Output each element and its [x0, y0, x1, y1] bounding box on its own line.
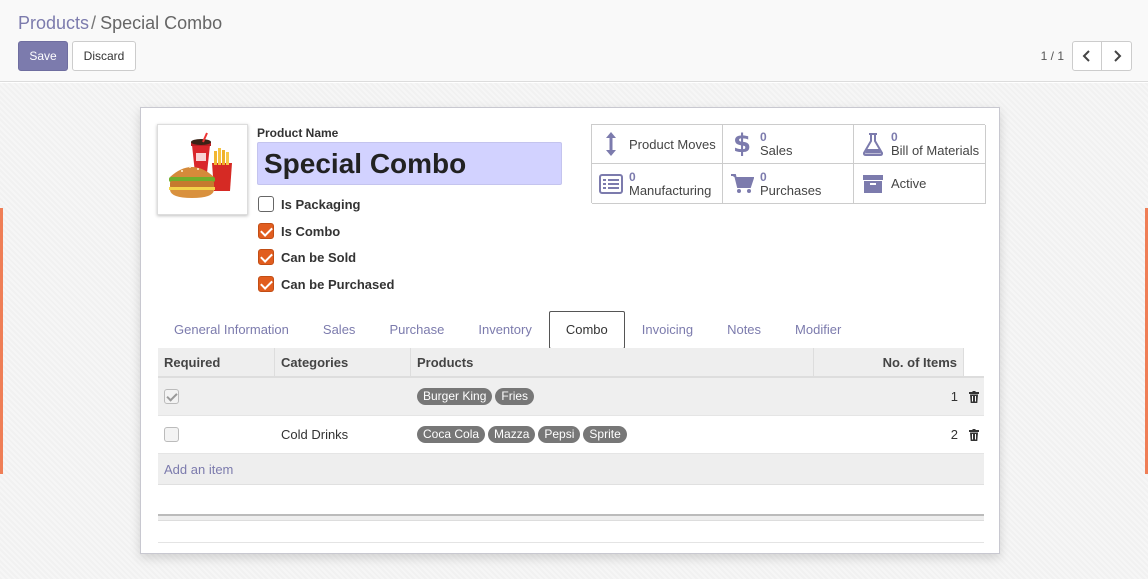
tab-purchase[interactable]: Purchase: [372, 311, 461, 349]
table-row[interactable]: Burger King Fries 1: [158, 378, 984, 416]
active-label: Active: [891, 176, 927, 191]
add-item-row: Add an item: [158, 454, 984, 484]
required-checkbox[interactable]: [164, 389, 179, 404]
tab-general-information[interactable]: General Information: [157, 311, 306, 349]
manufacturing-button[interactable]: 0 Manufacturing: [592, 164, 723, 204]
product-name-input[interactable]: Special Combo: [257, 142, 562, 185]
dollar-icon: $: [732, 129, 752, 159]
items-count-cell[interactable]: 1: [814, 378, 964, 415]
product-name-label: Product Name: [257, 126, 339, 140]
pager-previous-button[interactable]: [1072, 41, 1102, 71]
purchases-count: 0: [760, 169, 767, 184]
product-tag[interactable]: Mazza: [488, 426, 536, 443]
tab-combo[interactable]: Combo: [548, 310, 625, 349]
control-panel: Products / Special Combo Save Discard 1 / …: [0, 0, 1148, 82]
is-packaging-label: Is Packaging: [281, 196, 361, 212]
is-combo-checkbox[interactable]: [258, 223, 274, 239]
product-tag[interactable]: Fries: [495, 388, 535, 405]
burger-fries-drink-icon: [169, 132, 232, 198]
combo-table: Required Categories Products No. of Item…: [158, 348, 984, 543]
column-categories[interactable]: Categories: [275, 348, 411, 376]
column-products[interactable]: Products: [411, 348, 814, 376]
cart-icon: [729, 171, 755, 197]
is-packaging-checkbox[interactable]: [258, 196, 274, 212]
product-tag[interactable]: Sprite: [583, 426, 627, 443]
manufacturing-count: 0: [629, 169, 636, 184]
table-footer: [158, 514, 984, 521]
table-row[interactable]: Cold Drinks Coca Cola Mazza Pepsi Sprite…: [158, 416, 984, 454]
tab-invoicing[interactable]: Invoicing: [625, 311, 710, 349]
trash-icon: [969, 428, 979, 441]
purchases-button[interactable]: 0 Purchases: [723, 164, 854, 204]
chevron-right-icon: [1113, 50, 1121, 62]
manufacturing-label: Manufacturing: [629, 182, 712, 198]
archive-icon: [860, 171, 886, 197]
flask-icon: [860, 131, 886, 157]
notebook-tabs: General Information Sales Purchase Inven…: [157, 310, 983, 349]
bom-label: Bill of Materials: [891, 143, 980, 158]
table-footer-line: [158, 521, 984, 543]
product-moves-label: Product Moves: [629, 136, 716, 152]
can-be-sold-checkbox[interactable]: [258, 249, 274, 265]
left-accent-bar: [0, 208, 3, 474]
trash-icon: [969, 390, 979, 403]
tab-notes[interactable]: Notes: [710, 311, 778, 349]
products-cell[interactable]: Burger King Fries: [411, 378, 814, 415]
smart-button-box: Product Moves $ 0 Sales 0 Bill of Materi…: [591, 124, 986, 204]
save-button[interactable]: Save: [18, 41, 68, 71]
add-an-item-link[interactable]: Add an item: [164, 462, 233, 477]
arrows-vertical-icon: [598, 131, 624, 157]
tab-inventory[interactable]: Inventory: [461, 311, 548, 349]
product-image[interactable]: [157, 124, 248, 215]
bill-of-materials-button[interactable]: 0 Bill of Materials: [854, 125, 986, 164]
tab-modifier[interactable]: Modifier: [778, 311, 858, 349]
required-checkbox[interactable]: [164, 427, 179, 442]
discard-button[interactable]: Discard: [72, 41, 136, 71]
sales-label: Sales: [760, 143, 793, 158]
column-no-of-items[interactable]: No. of Items: [814, 348, 964, 376]
active-toggle-button[interactable]: Active: [854, 164, 986, 204]
tab-sales[interactable]: Sales: [306, 311, 373, 349]
pager-value[interactable]: 1 / 1: [1041, 49, 1064, 63]
chevron-left-icon: [1082, 50, 1090, 62]
sales-button[interactable]: $ 0 Sales: [723, 125, 854, 164]
products-cell[interactable]: Coca Cola Mazza Pepsi Sprite: [411, 416, 814, 453]
list-icon: [598, 171, 624, 197]
breadcrumb-products-link[interactable]: Products: [18, 13, 89, 33]
column-required[interactable]: Required: [158, 348, 275, 376]
category-cell[interactable]: Cold Drinks: [275, 416, 411, 453]
pager: 1 / 1: [1041, 41, 1132, 71]
empty-row: [158, 484, 984, 514]
can-be-purchased-checkbox[interactable]: [258, 276, 274, 292]
form-sheet: Product Name Special Combo Is Packaging …: [140, 107, 1000, 554]
product-tag[interactable]: Pepsi: [538, 426, 581, 443]
breadcrumb-separator: /: [91, 13, 97, 33]
delete-row-button[interactable]: [964, 378, 984, 415]
can-be-purchased-checkbox-row[interactable]: Can be Purchased: [258, 275, 394, 293]
column-actions: [964, 348, 984, 376]
can-be-purchased-label: Can be Purchased: [281, 276, 395, 292]
breadcrumb-current: Special Combo: [100, 13, 223, 33]
breadcrumb: Products / Special Combo: [18, 12, 222, 34]
is-packaging-checkbox-row[interactable]: Is Packaging: [258, 195, 360, 213]
can-be-sold-checkbox-row[interactable]: Can be Sold: [258, 248, 356, 266]
is-combo-label: Is Combo: [281, 223, 341, 239]
items-count-cell[interactable]: 2: [814, 416, 964, 453]
product-moves-button[interactable]: Product Moves: [592, 125, 723, 164]
delete-row-button[interactable]: [964, 416, 984, 453]
category-cell[interactable]: [275, 378, 411, 415]
can-be-sold-label: Can be Sold: [281, 249, 357, 265]
product-tag[interactable]: Burger King: [417, 388, 493, 405]
is-combo-checkbox-row[interactable]: Is Combo: [258, 222, 340, 240]
pager-next-button[interactable]: [1102, 41, 1132, 71]
product-tag[interactable]: Coca Cola: [417, 426, 486, 443]
purchases-label: Purchases: [760, 182, 822, 198]
table-header: Required Categories Products No. of Item…: [158, 348, 984, 378]
